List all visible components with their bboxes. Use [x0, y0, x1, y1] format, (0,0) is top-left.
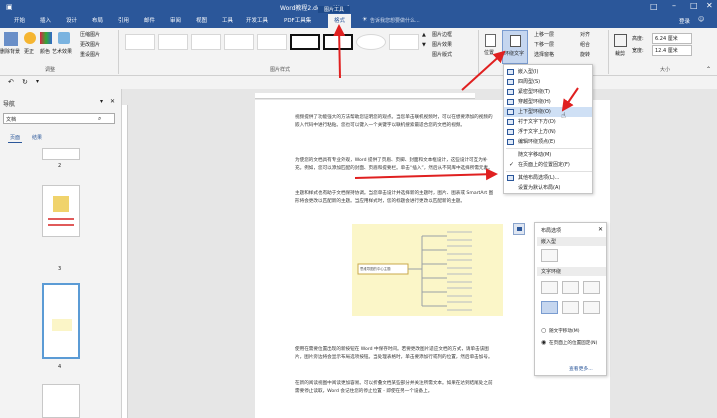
annotation-arrows — [333, 24, 579, 181]
arrow-to-top-bottom — [561, 87, 579, 112]
arrow-to-wrap-text — [461, 50, 506, 91]
arrow-to-fix-position — [354, 168, 498, 181]
arrow-to-format-tab — [333, 24, 346, 79]
